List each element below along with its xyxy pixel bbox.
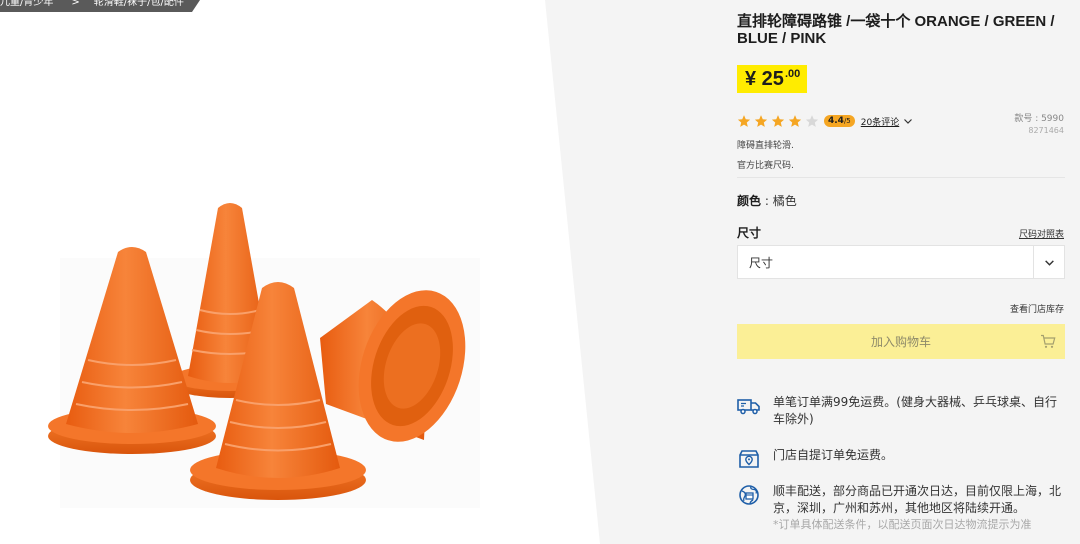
benefit-item: 单笔订单满99免运费。(健身大器械、乒乓球桌、自行车除外) — [737, 394, 1065, 428]
breadcrumb-item[interactable]: 轮滑鞋/袜子/包/配件 — [94, 0, 184, 8]
product-info: 直排轮障碍路锥 /一袋十个 ORANGE / GREEN / BLUE / PI… — [737, 0, 1067, 544]
truck-icon — [737, 399, 760, 415]
add-to-cart-label: 加入购物车 — [870, 335, 931, 349]
breadcrumb: 儿童/青少年 > 轮滑鞋/袜子/包/配件 — [0, 0, 200, 12]
model-id: 8271464 — [1028, 126, 1064, 135]
size-select-placeholder: 尺寸 — [749, 255, 774, 270]
price-main: ¥ 25 — [745, 68, 784, 90]
star-icon — [771, 115, 785, 127]
star-empty-icon — [805, 115, 819, 127]
chevron-down-icon[interactable] — [903, 116, 913, 126]
color-value: 橘色 — [772, 194, 797, 208]
description-line: 障碍直排轮滑. — [737, 141, 794, 151]
model-number: 款号 : 5990 8271464 — [1014, 113, 1064, 137]
size-chart-link[interactable]: 尺码对照表 — [1019, 227, 1064, 240]
rating-row: 4.4/5 20条评论 — [737, 114, 913, 128]
star-icon — [737, 115, 751, 127]
store-pickup-icon — [739, 450, 759, 468]
globe-delivery-icon — [739, 485, 759, 505]
add-to-cart-button[interactable]: 加入购物车 — [737, 324, 1065, 359]
reviews-link[interactable]: 20条评论 — [861, 115, 899, 128]
chevron-down-icon[interactable] — [1034, 245, 1064, 279]
product-image[interactable] — [40, 190, 480, 520]
divider — [737, 177, 1065, 178]
size-label: 尺寸 — [737, 226, 762, 240]
cart-icon — [1041, 334, 1056, 348]
benefit-main-text: 顺丰配送，部分商品已开通次日达，目前仅限上海，北京，深圳，广州和苏州，其他地区将… — [773, 484, 1062, 515]
breadcrumb-item[interactable]: 儿童/青少年 — [0, 0, 53, 8]
rating-score-badge: 4.4/5 — [824, 115, 855, 127]
price-decimal: .00 — [784, 68, 801, 80]
benefit-text: 单笔订单满99免运费。(健身大器械、乒乓球桌、自行车除外) — [773, 395, 1057, 426]
description-line: 官方比赛尺码. — [737, 161, 794, 171]
benefit-text: 门店自提订单免运费。 — [773, 448, 894, 462]
color-selection: 颜色 : 橘色 — [737, 194, 797, 208]
size-select[interactable]: 尺寸 — [737, 245, 1065, 279]
chevron-right-icon: > — [71, 0, 80, 8]
price-tag: ¥ 25.00 — [737, 65, 808, 93]
star-icon — [788, 115, 802, 127]
benefit-text: 顺丰配送，部分商品已开通次日达，目前仅限上海，北京，深圳，广州和苏州，其他地区将… — [773, 483, 1065, 533]
benefit-item: 门店自提订单免运费。 — [737, 447, 1065, 471]
benefit-item: 顺丰配送，部分商品已开通次日达，目前仅限上海，北京，深圳，广州和苏州，其他地区将… — [737, 483, 1065, 533]
benefit-note: *订单具体配送条件，以配送页面次日达物流提示为准 — [773, 518, 1032, 531]
color-label: 颜色 — [737, 194, 762, 208]
star-icon — [754, 115, 768, 127]
model-label: 款号 : 5990 — [1014, 114, 1064, 124]
product-title: 直排轮障碍路锥 /一袋十个 ORANGE / GREEN / BLUE / PI… — [737, 13, 1055, 47]
store-stock-link[interactable]: 查看门店库存 — [1010, 302, 1064, 315]
